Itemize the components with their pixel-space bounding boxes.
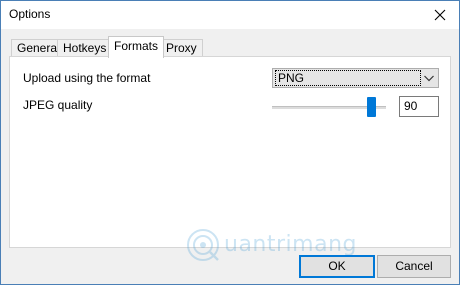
watermark-logo-icon — [187, 229, 219, 261]
tab-formats[interactable]: Formats — [108, 36, 165, 58]
close-button[interactable] — [423, 1, 457, 29]
tab-proxy[interactable]: Proxy — [160, 39, 203, 57]
jpeg-quality-slider[interactable] — [272, 97, 386, 119]
close-icon — [434, 9, 446, 21]
title-bar: Options — [1, 1, 459, 29]
window-title: Options — [9, 7, 51, 21]
upload-format-value: PNG — [275, 70, 421, 86]
upload-format-select[interactable]: PNG — [272, 68, 439, 88]
jpeg-quality-label: JPEG quality — [23, 98, 93, 112]
tab-hotkeys[interactable]: Hotkeys — [57, 39, 113, 57]
jpeg-quality-input[interactable]: 90 — [399, 96, 439, 117]
options-dialog: Options General Hotkeys Formats Proxy Up… — [0, 0, 460, 285]
slider-thumb[interactable] — [367, 97, 376, 117]
ok-button[interactable]: OK — [299, 255, 375, 278]
watermark-text: uantrimang — [224, 232, 357, 257]
formats-panel: Upload using the format PNG JPEG quality… — [9, 56, 451, 248]
chevron-down-icon — [424, 75, 434, 82]
cancel-button[interactable]: Cancel — [377, 255, 451, 278]
upload-format-label: Upload using the format — [23, 71, 151, 85]
